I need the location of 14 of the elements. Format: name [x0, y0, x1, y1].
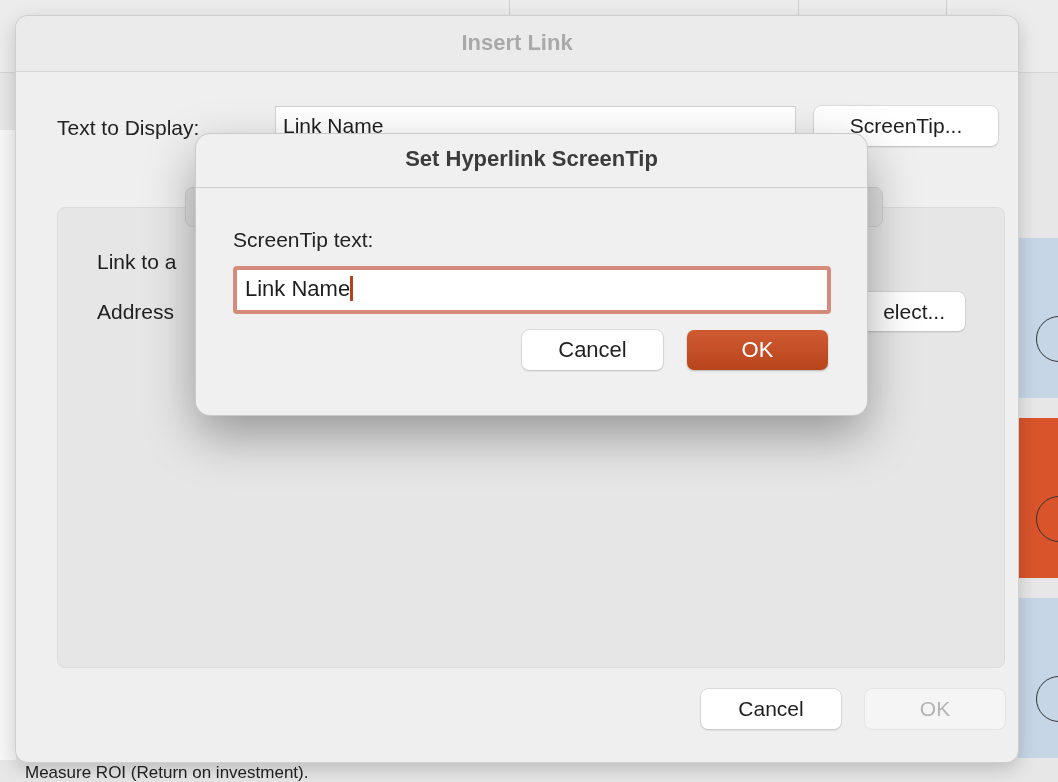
screentip-field[interactable]: Link Name	[233, 266, 831, 314]
sheet-title: Set Hyperlink ScreenTip	[196, 134, 867, 188]
slide-thumbnail[interactable]	[1018, 238, 1058, 398]
slide-thumbnail[interactable]	[1018, 598, 1058, 758]
link-label: Link to a	[97, 250, 178, 274]
dialog-title: Insert Link	[16, 16, 1018, 72]
sheet-button[interactable]: OK	[687, 330, 828, 370]
slide-bullet-text: Measure ROI (Return on investment).	[25, 763, 309, 782]
dialog-button[interactable]: Cancel	[701, 689, 841, 729]
screentip-label: ScreenTip text:	[233, 228, 375, 252]
sheet-button[interactable]: Cancel	[522, 330, 663, 370]
address-label: Address	[97, 299, 175, 324]
screentip-button[interactable]: ScreenTip...	[814, 106, 998, 146]
slide-thumbnail[interactable]	[1018, 418, 1058, 578]
